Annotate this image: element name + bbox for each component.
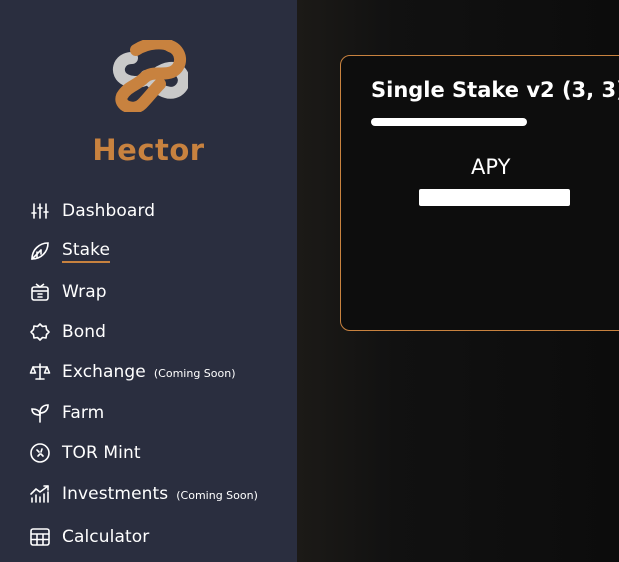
- nav-label: Bond: [62, 322, 107, 342]
- nav-item-farm[interactable]: Farm: [29, 399, 104, 427]
- calculator-icon: [29, 526, 51, 548]
- sprout-icon: [29, 402, 51, 424]
- loading-placeholder-bar: [371, 118, 527, 126]
- apy-label: APY: [471, 155, 511, 179]
- scale-icon: [29, 361, 51, 383]
- nav-item-exchange[interactable]: Exchange (Coming Soon): [29, 358, 236, 386]
- coming-soon-badge: (Coming Soon): [176, 489, 258, 502]
- nav-item-bond[interactable]: Bond: [29, 318, 106, 346]
- sliders-icon: [29, 200, 51, 222]
- card-title: Single Stake v2 (3, 3): [371, 78, 619, 102]
- nav-item-tor-mint[interactable]: TOR Mint: [29, 439, 141, 467]
- stake-leaf-icon: [29, 240, 51, 262]
- nav-label: Dashboard: [62, 201, 156, 221]
- nav-label: Investments: [62, 484, 169, 504]
- nav-item-wrap[interactable]: Wrap: [29, 278, 107, 306]
- nav-item-calculator[interactable]: Calculator: [29, 523, 149, 551]
- chart-growth-icon: [29, 483, 51, 505]
- apy-value-placeholder: [419, 189, 570, 206]
- nav-label: TOR Mint: [62, 443, 141, 463]
- nav-item-investments[interactable]: Investments (Coming Soon): [29, 480, 258, 508]
- wrap-box-icon: [29, 281, 51, 303]
- nav-item-stake[interactable]: Stake: [29, 237, 111, 265]
- hector-logo-icon[interactable]: [112, 37, 190, 114]
- bond-badge-icon: [29, 321, 51, 343]
- sidebar: Hector Dashboard Stake Wrap Bond Exchang…: [0, 0, 297, 562]
- nav-item-dashboard[interactable]: Dashboard: [29, 197, 155, 225]
- nav-label: Calculator: [62, 527, 150, 547]
- coming-soon-badge: (Coming Soon): [153, 367, 236, 380]
- nav-label: Exchange: [62, 362, 146, 382]
- nav-label: Farm: [62, 403, 105, 423]
- nav-label: Wrap: [62, 282, 107, 302]
- single-stake-card: Single Stake v2 (3, 3) APY: [340, 55, 619, 331]
- tor-coin-icon: [29, 442, 51, 464]
- brand-name: Hector: [92, 133, 205, 167]
- nav-label: Stake: [62, 240, 111, 263]
